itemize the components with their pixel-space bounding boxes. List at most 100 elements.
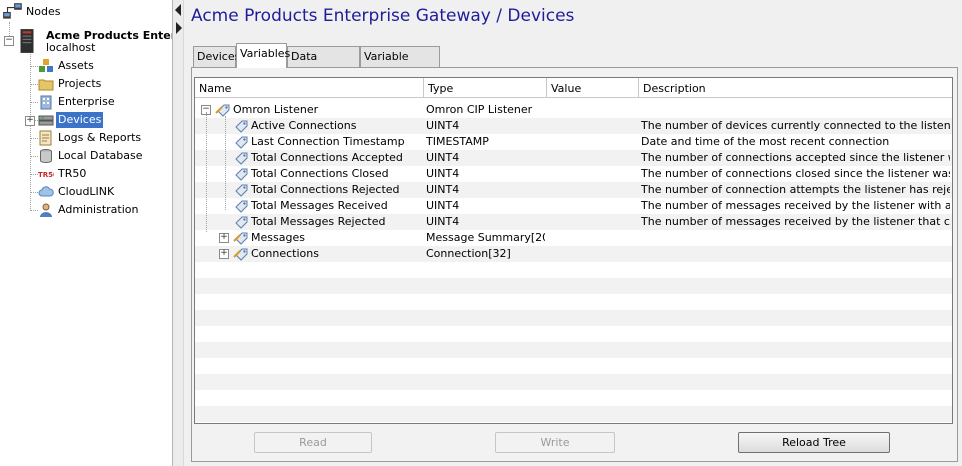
cell-type: UINT4: [426, 183, 460, 196]
empty-row: [195, 326, 952, 342]
table-row[interactable]: Total Connections Rejected UINT4 The numbe…: [195, 182, 952, 198]
cell-value: [549, 198, 637, 214]
sidebar-item-label: Logs & Reports: [58, 131, 142, 144]
cell-description: The number of devices currently connecte…: [641, 119, 950, 132]
empty-row: [195, 310, 952, 326]
write-button[interactable]: Write: [495, 432, 615, 453]
cell-type: UINT4: [426, 119, 460, 132]
cell-value: [549, 134, 637, 150]
tree-root-nodes[interactable]: Nodes: [2, 3, 162, 20]
read-button[interactable]: Read: [254, 432, 372, 453]
navigation-tree[interactable]: Nodes − Acme Products Enterprise Gateway…: [0, 0, 172, 466]
empty-row: [195, 390, 952, 406]
cell-description: The number of messages received by the l…: [641, 199, 950, 212]
building-icon: [40, 95, 52, 110]
sidebar-item-label: CloudLINK: [58, 185, 115, 198]
sidebar-item-label: Administration: [58, 203, 139, 216]
variable-tag-icon: [235, 152, 248, 165]
empty-row: [195, 294, 952, 310]
collapse-gateway-toggle[interactable]: −: [4, 36, 14, 46]
gateway-host: localhost: [46, 41, 96, 54]
sidebar-item-label: Assets: [58, 59, 94, 72]
cell-type: UINT4: [426, 167, 460, 180]
cell-value: [549, 230, 637, 246]
panel-splitter[interactable]: [172, 0, 184, 466]
column-header-value[interactable]: Value: [547, 78, 639, 98]
tab-variable-groups[interactable]: Variable Groups: [360, 46, 440, 83]
cell-value: [549, 246, 637, 262]
folder-icon: [38, 79, 54, 91]
collapse-left-arrow-icon[interactable]: [175, 4, 181, 16]
variables-panel: Name Type Value Description − Omron Liste…: [191, 67, 958, 462]
variable-tag-icon: [235, 136, 248, 149]
admin-user-icon: [40, 203, 52, 217]
variable-tag-icon: [235, 216, 248, 229]
sidebar-item-label: Local Database: [58, 149, 143, 162]
cell-type: Omron CIP Listener: [426, 103, 533, 116]
empty-row: [195, 358, 952, 374]
table-row[interactable]: − Omron Listener Omron CIP Listener: [195, 102, 952, 118]
variable-tag-icon: [235, 120, 248, 133]
cell-value: [549, 118, 637, 134]
variable-tag-icon: [235, 200, 248, 213]
cubes-icon: [39, 59, 53, 72]
svg-text:TR50: TR50: [38, 171, 54, 179]
cell-name: Last Connection Timestamp: [251, 135, 405, 148]
column-header-type[interactable]: Type: [424, 78, 547, 98]
table-row[interactable]: Total Connections Closed UINT4 The number …: [195, 166, 952, 182]
devices-icon: [38, 115, 54, 126]
tree-node-gateway[interactable]: Acme Products Enterprise Gateway localho…: [18, 28, 172, 56]
cell-value: [549, 166, 637, 182]
column-header-name[interactable]: Name: [195, 78, 424, 98]
cell-description: The number of connection attempts the li…: [641, 183, 950, 196]
table-row[interactable]: Total Messages Received UINT4 The number o…: [195, 198, 952, 214]
cell-type: UINT4: [426, 215, 460, 228]
expand-right-arrow-icon[interactable]: [176, 22, 182, 34]
cell-type: UINT4: [426, 151, 460, 164]
log-icon: [39, 130, 52, 146]
cell-value: [549, 214, 637, 230]
empty-row: [195, 342, 952, 358]
variable-tag-icon: [235, 184, 248, 197]
empty-row: [195, 406, 952, 422]
empty-row: [195, 278, 952, 294]
cell-name: Total Messages Rejected: [251, 215, 386, 228]
expand-row-toggle[interactable]: +: [219, 249, 229, 259]
table-row[interactable]: Total Connections Accepted UINT4 The numbe…: [195, 150, 952, 166]
cell-name: Omron Listener: [233, 103, 319, 116]
cell-name: Messages: [251, 231, 305, 244]
cell-type: Message Summary[20]: [426, 231, 545, 244]
cell-type: UINT4: [426, 199, 460, 212]
tab-devices[interactable]: Devices: [193, 46, 240, 67]
table-row[interactable]: Last Connection Timestamp TIMESTAMP Date a…: [195, 134, 952, 150]
tab-variables[interactable]: Variables: [236, 43, 290, 68]
cell-description: The number of connections closed since t…: [641, 167, 950, 180]
cell-description: [641, 102, 950, 118]
table-row[interactable]: + Messages Message Summary[20]: [195, 230, 952, 246]
expand-devices-toggle[interactable]: +: [25, 116, 35, 126]
cell-name: Connections: [251, 247, 319, 260]
variable-group-icon: [215, 104, 230, 117]
sidebar-item-label: Enterprise: [58, 95, 115, 108]
table-row[interactable]: Active Connections UINT4 The number of dev…: [195, 118, 952, 134]
variable-tag-icon: [235, 168, 248, 181]
variables-tree-table[interactable]: Name Type Value Description − Omron Liste…: [194, 77, 953, 424]
empty-row: [195, 262, 952, 278]
table-row[interactable]: + Connections Connection[32]: [195, 246, 952, 262]
cell-type: Connection[32]: [426, 247, 511, 260]
table-row[interactable]: Total Messages Rejected UINT4 The number o…: [195, 214, 952, 230]
cell-value: [549, 182, 637, 198]
tr50-icon: TR50: [38, 171, 54, 179]
cell-description: The number of messages received by the l…: [641, 215, 950, 228]
tab-data-mapping[interactable]: Data Mapping: [287, 46, 360, 83]
cell-name: Total Messages Received: [251, 199, 388, 212]
network-nodes-icon: [3, 3, 22, 19]
cell-description: The number of connections accepted since…: [641, 151, 950, 164]
sidebar-item-label: Devices: [56, 112, 104, 128]
tree-root-label: Nodes: [26, 5, 61, 18]
cell-type: TIMESTAMP: [426, 135, 489, 148]
variable-group-icon: [233, 232, 248, 245]
reload-tree-button[interactable]: Reload Tree: [738, 432, 890, 453]
expand-row-toggle[interactable]: +: [219, 233, 229, 243]
column-header-description[interactable]: Description: [639, 78, 952, 98]
